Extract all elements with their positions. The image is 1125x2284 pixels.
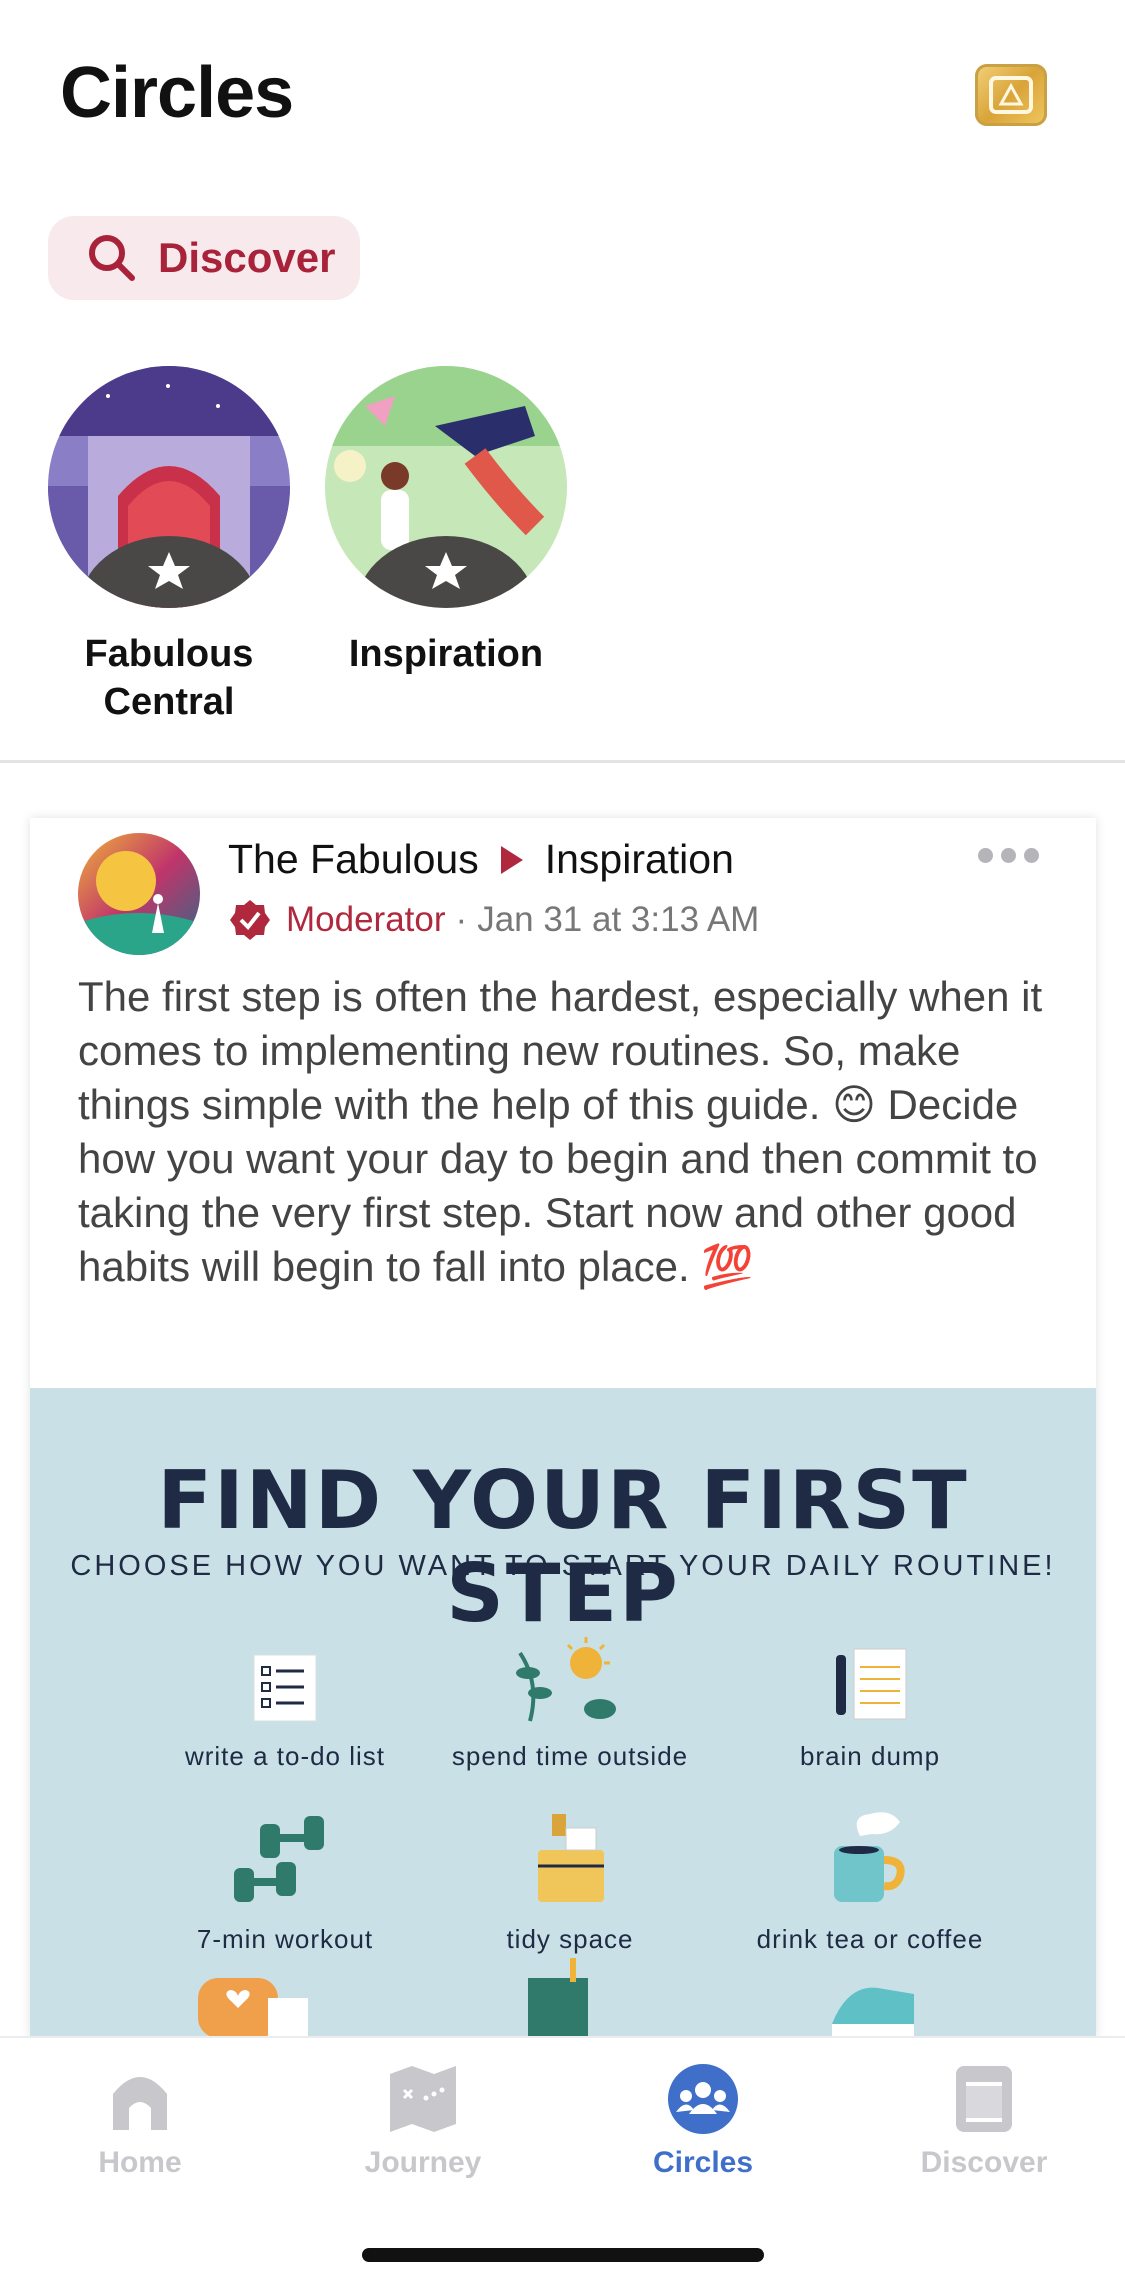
step-label: brain dump — [799, 1741, 941, 1771]
arrow-right-icon — [500, 845, 523, 874]
verified-badge-icon — [230, 900, 270, 940]
post-timestamp: Jan 31 at 3:13 AM — [477, 900, 760, 939]
post-circle-name[interactable]: Inspiration — [545, 836, 734, 883]
author-name[interactable]: The Fabulous — [228, 836, 479, 883]
section-divider — [0, 760, 1125, 763]
search-icon — [89, 235, 135, 281]
post-author-line: The Fabulous Inspiration — [228, 836, 734, 883]
tab-journey[interactable]: Journey — [323, 2060, 523, 2180]
mug-icon — [720, 1806, 1020, 1906]
circle-name: Fabulous Central — [84, 633, 254, 723]
moderator-label: Moderator — [286, 900, 446, 939]
home-icon — [40, 2060, 240, 2138]
step-item: write a to-do list — [135, 1623, 435, 1772]
book-icon — [528, 1958, 588, 2038]
tab-label: Circles — [652, 2146, 754, 2179]
more-options-icon[interactable] — [978, 848, 1039, 863]
step-item: spend time outside — [420, 1623, 720, 1772]
tab-label: Home — [98, 2146, 182, 2179]
heart-card-icon — [198, 1978, 308, 2038]
home-indicator[interactable] — [362, 2248, 764, 2262]
dumbbell-icon — [135, 1806, 435, 1906]
tab-bar: Home Journey Circles Discover — [0, 2036, 1125, 2284]
post-image[interactable]: FIND YOUR FIRST STEP CHOOSE HOW YOU WANT… — [30, 1388, 1096, 2038]
meta-separator: · — [455, 900, 468, 939]
step-label: 7-min workout — [196, 1924, 374, 1954]
page-title: Circles — [60, 53, 294, 133]
post-body: The first step is often the hardest, esp… — [78, 973, 1043, 1290]
image-subtitle: CHOOSE HOW YOU WANT TO START YOUR DAILY … — [70, 1550, 1056, 1582]
sneaker-icon — [832, 1987, 914, 2038]
map-icon — [323, 2060, 523, 2138]
tab-circles[interactable]: Circles — [603, 2060, 803, 2180]
discover-chip-label: Discover — [158, 234, 336, 281]
book-icon — [884, 2060, 1084, 2138]
circle-fabulous-central[interactable]: Fabulous Central — [48, 366, 290, 726]
box-icon — [420, 1806, 720, 1906]
post-meta: Moderator · Jan 31 at 3:13 AM — [228, 898, 759, 942]
author-avatar[interactable] — [78, 833, 200, 955]
tab-label: Journey — [364, 2146, 482, 2179]
circle-image — [325, 366, 567, 608]
group-icon — [603, 2060, 803, 2138]
checklist-icon — [135, 1623, 435, 1723]
tab-home[interactable]: Home — [40, 2060, 240, 2180]
discover-chip[interactable]: Discover — [48, 216, 360, 300]
step-item: brain dump — [720, 1623, 1020, 1772]
step-label: tidy space — [506, 1924, 634, 1954]
image-title: FIND YOUR FIRST STEP — [157, 1454, 969, 1640]
step-item: drink tea or coffee — [720, 1806, 1020, 1955]
circle-image — [48, 366, 290, 608]
tab-discover[interactable]: Discover — [884, 2060, 1084, 2180]
notepad-icon — [720, 1623, 1020, 1723]
step-item: tidy space — [420, 1806, 720, 1955]
post-card[interactable]: The Fabulous Inspiration Moderator · Jan… — [30, 818, 1096, 2038]
premium-badge-icon[interactable] — [975, 64, 1047, 126]
circle-name: Inspiration — [348, 633, 544, 675]
tab-label: Discover — [920, 2146, 1048, 2179]
step-label: write a to-do list — [184, 1741, 386, 1771]
step-label: drink tea or coffee — [756, 1924, 984, 1954]
circle-inspiration[interactable]: Inspiration — [325, 366, 567, 678]
step-label: spend time outside — [451, 1741, 689, 1771]
sun-plant-icon — [420, 1623, 720, 1723]
step-item: 7-min workout — [135, 1806, 435, 1955]
